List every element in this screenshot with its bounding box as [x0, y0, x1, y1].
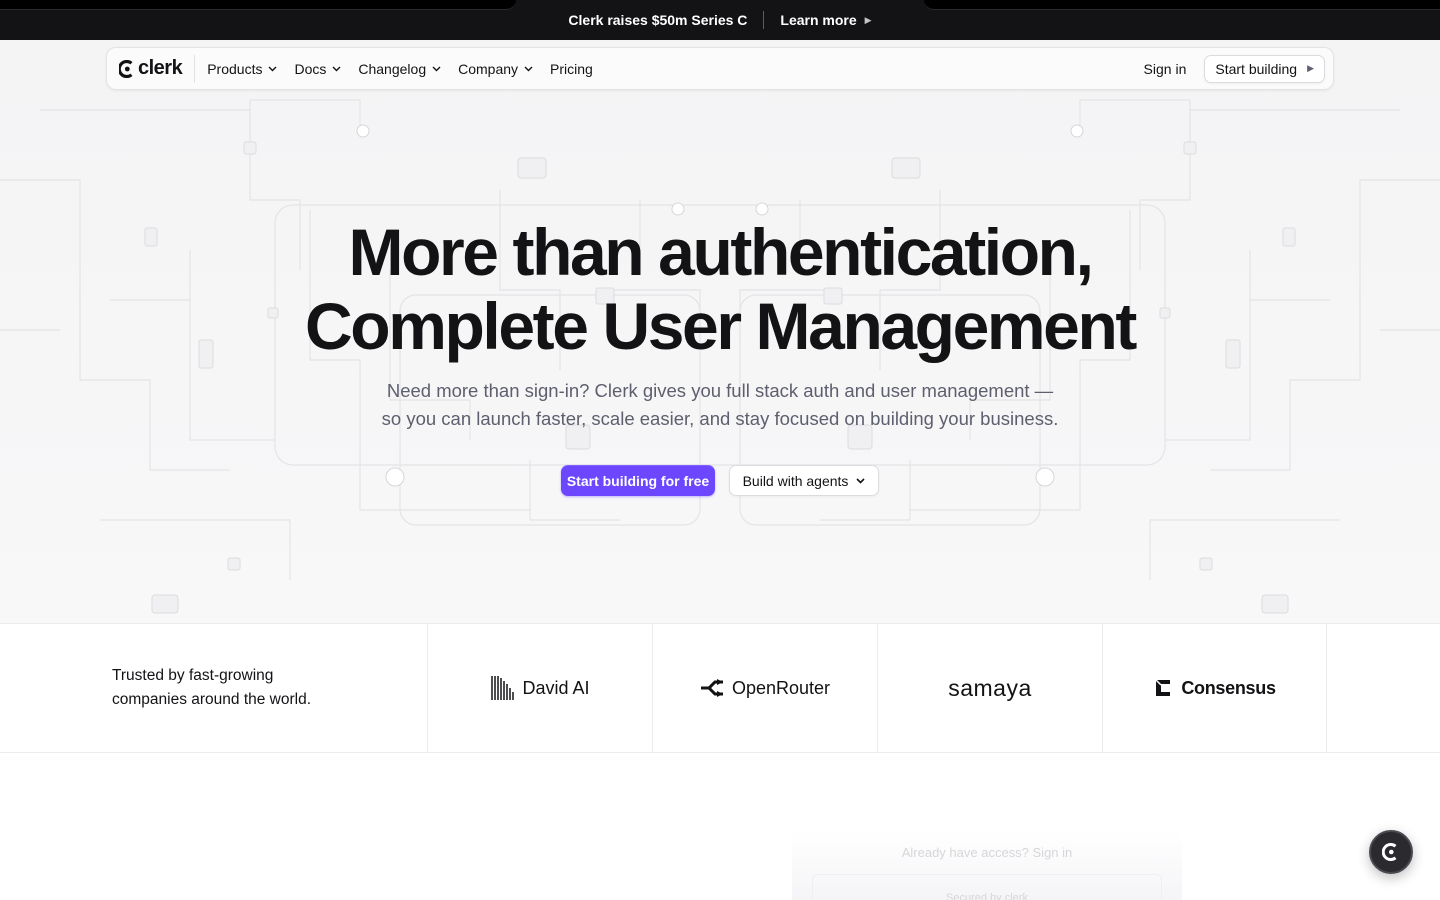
clerk-logo[interactable]: clerk — [119, 57, 183, 80]
trusted-text-line-2: companies around the world. — [112, 691, 312, 708]
sign-in-card-preview: Already have access? Sign in Secured by … — [792, 830, 1182, 900]
chevron-down-icon — [432, 66, 441, 71]
logo-text: clerk — [138, 57, 183, 79]
customer-logo-david-ai: David AI — [427, 624, 652, 752]
announcement-decoration-right — [924, 0, 1440, 10]
consensus-logo: Consensus — [1153, 677, 1276, 699]
trusted-text: Trusted by fast-growing companies around… — [112, 664, 372, 712]
hero-subtitle-line-2: so you can launch faster, scale easier, … — [381, 408, 1059, 429]
learn-more-link[interactable]: Learn more ▶ — [780, 12, 871, 28]
main-navbar: clerk Products Docs Changelog Company Pr… — [106, 47, 1334, 90]
chevron-down-icon — [332, 66, 341, 71]
announcement-divider — [763, 11, 765, 29]
clerk-logo-icon — [119, 59, 133, 78]
nav-item-label: Products — [207, 60, 263, 77]
nav-divider — [194, 54, 196, 83]
play-arrow-icon: ▶ — [864, 14, 872, 25]
openrouter-arrow-icon — [700, 679, 723, 697]
nav-item-label: Docs — [294, 60, 327, 77]
chevron-down-icon — [268, 66, 277, 71]
preview-sign-in-text: Already have access? Sign in — [901, 845, 1073, 860]
clerk-chat-icon — [1382, 843, 1397, 861]
openrouter-name: OpenRouter — [731, 677, 831, 698]
nav-item-company[interactable]: Company — [458, 61, 533, 77]
consensus-c-icon — [1155, 679, 1171, 696]
samaya-name: samaya — [948, 674, 1032, 701]
chevron-down-icon — [856, 477, 865, 484]
announcement-text: Clerk raises $50m Series C — [568, 12, 748, 28]
consensus-name: Consensus — [1181, 677, 1276, 698]
customer-logo-samaya: samaya — [877, 624, 1102, 752]
nav-item-label: Changelog — [358, 60, 427, 77]
start-building-label: Start building — [1215, 60, 1298, 77]
david-ai-bars-icon — [491, 676, 515, 700]
nav-item-products[interactable]: Products — [207, 61, 277, 77]
nav-item-label: Pricing — [550, 60, 593, 77]
play-arrow-icon: ▶ — [1307, 63, 1314, 73]
start-building-free-button[interactable]: Start building for free — [561, 465, 715, 496]
openrouter-logo: OpenRouter — [700, 678, 830, 699]
chevron-down-icon — [524, 66, 533, 71]
hero-title-line-1: More than authentication, — [348, 215, 1093, 289]
nav-item-pricing[interactable]: Pricing — [550, 61, 593, 77]
hero-title-line-2: Complete User Management — [305, 289, 1137, 363]
chat-assistant-button[interactable] — [1369, 830, 1413, 874]
sign-in-link[interactable]: Sign in — [1144, 61, 1187, 77]
cta-primary-label: Start building for free — [566, 472, 710, 489]
nav-item-label: Company — [458, 60, 519, 77]
cta-secondary-label: Build with agents — [742, 472, 849, 489]
trusted-text-line-1: Trusted by fast-growing — [112, 667, 274, 684]
samaya-logo: samaya — [948, 675, 1032, 702]
learn-more-label: Learn more — [780, 12, 857, 28]
hero-subtitle-line-1: Need more than sign-in? Clerk gives you … — [386, 380, 1054, 401]
nav-item-docs[interactable]: Docs — [294, 61, 341, 77]
start-building-button[interactable]: Start building ▶ — [1204, 54, 1325, 83]
david-ai-logo: David AI — [490, 675, 590, 701]
announcement-decoration-left — [0, 0, 516, 10]
nav-item-changelog[interactable]: Changelog — [358, 61, 441, 77]
build-with-agents-button[interactable]: Build with agents — [729, 465, 879, 496]
trusted-by-section: Trusted by fast-growing companies around… — [0, 623, 1440, 753]
customer-logo-consensus: Consensus — [1102, 624, 1327, 752]
customer-logo-openrouter: OpenRouter — [652, 624, 877, 752]
announcement-bar: Clerk raises $50m Series C Learn more ▶ — [0, 0, 1440, 40]
preview-secured-text: Secured by clerk — [946, 892, 1028, 900]
david-ai-name: David AI — [522, 677, 590, 698]
